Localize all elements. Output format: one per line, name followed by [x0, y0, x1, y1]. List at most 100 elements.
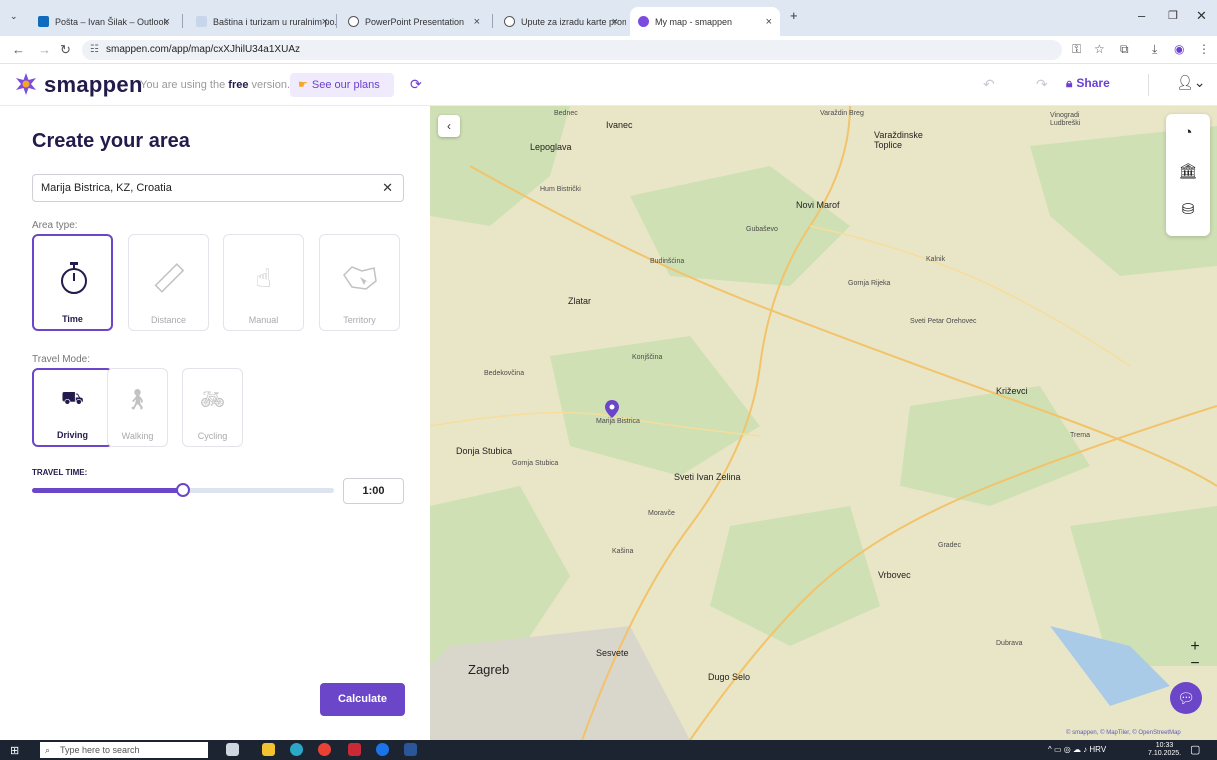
divider: [1148, 74, 1149, 96]
download-icon[interactable]: ⤓: [1152, 42, 1157, 57]
bookmark-star-icon[interactable]: ☆: [1094, 42, 1105, 56]
close-icon[interactable]: ×: [612, 16, 618, 28]
area-type-territory[interactable]: Territory: [319, 234, 400, 331]
browser-tab-strip: Pošta – Ivan Šilak – Outlook × Baština i…: [0, 0, 1217, 36]
window-close-button[interactable]: ✕: [1196, 8, 1207, 24]
clock[interactable]: 10:33 7.10.2025.: [1148, 742, 1181, 758]
travel-mode-walking[interactable]: 🚶︎ Walking: [107, 368, 168, 447]
map-label: Vinogradi Ludbreški: [1050, 112, 1081, 127]
profile-icon[interactable]: ◉: [1174, 42, 1184, 56]
chrome-icon[interactable]: [318, 743, 331, 756]
map-label: Gradec: [938, 542, 961, 549]
smappen-logo-icon[interactable]: [14, 72, 38, 96]
map-label: Gubaševo: [746, 226, 778, 233]
taskbar-search[interactable]: ⌕ Type here to search: [40, 742, 208, 758]
back-icon[interactable]: ←: [12, 42, 25, 57]
slider-handle[interactable]: [176, 483, 190, 497]
travel-time-slider[interactable]: [32, 483, 334, 497]
menu-icon[interactable]: ⋮: [1198, 42, 1210, 56]
task-view-icon[interactable]: [226, 743, 239, 756]
tab-upute[interactable]: Upute za izradu karte prometn... ×: [496, 7, 626, 36]
area-type-distance-label: Distance: [150, 315, 186, 325]
map-tools-bar: ◔ 🏛︎ ⛁: [1166, 114, 1210, 236]
location-input[interactable]: Marija Bistrica, KZ, Croatia ✕: [32, 174, 404, 202]
tab-list-icon[interactable]: ⌄: [10, 11, 18, 22]
url-field[interactable]: ☷ smappen.com/app/map/cxXJhilU34a1XUAz: [82, 40, 1062, 60]
zotero-icon[interactable]: [348, 743, 361, 756]
tab-bastina[interactable]: Baština i turizam u ruralnim po... ×: [188, 7, 336, 36]
collapse-panel-button[interactable]: ‹: [438, 115, 460, 137]
globe-icon: [348, 16, 359, 27]
map-label: Donja Stubica: [456, 446, 513, 456]
map-attribution[interactable]: © smappen, © MapTiler, © OpenStreetMap: [1066, 730, 1181, 736]
site-settings-icon[interactable]: ☷: [90, 40, 99, 60]
address-bar-row: ← → ↻ ☷ smappen.com/app/map/cxXJhilU34a1…: [0, 36, 1217, 64]
map-label: Hum Bistrički: [540, 186, 581, 193]
calculate-button[interactable]: Calculate: [320, 683, 405, 716]
see-plans-button[interactable]: ☛ See our plans: [290, 73, 394, 97]
document-icon: [196, 16, 207, 27]
password-key-icon[interactable]: ⚿: [1072, 42, 1081, 57]
tab-smappen[interactable]: My map - smappen ×: [630, 7, 780, 36]
map-label: Sveti Ivan Zelina: [674, 472, 741, 482]
panel-title: Create your area: [32, 130, 190, 152]
lock-icon: 🔒︎: [1066, 76, 1073, 90]
area-type-time[interactable]: Time: [32, 234, 113, 331]
undo-icon[interactable]: ↶: [983, 76, 995, 93]
area-type-territory-label: Territory: [343, 315, 376, 325]
zoom-out-button[interactable]: −: [1182, 655, 1208, 672]
redo-icon[interactable]: ↷: [1036, 76, 1048, 93]
travel-mode-cycling[interactable]: 🚲︎ Cycling: [182, 368, 243, 447]
institution-icon[interactable]: 🏛︎: [1166, 162, 1210, 180]
map-label: Zagreb: [468, 662, 510, 677]
reload-icon[interactable]: ↻: [60, 42, 71, 58]
windows-start-icon[interactable]: ⊞: [10, 744, 19, 757]
chat-button[interactable]: 💬︎: [1170, 682, 1202, 714]
app-header: smappen You are using the free version. …: [0, 64, 1217, 106]
travel-time-input[interactable]: 1:00: [343, 478, 404, 504]
map-label: Varaždinske Toplice: [874, 130, 923, 150]
close-icon[interactable]: ×: [322, 16, 328, 28]
smappen-favicon: [638, 16, 649, 27]
maximize-button[interactable]: ❐: [1168, 9, 1178, 22]
system-tray[interactable]: ^ ▭ ◎ ☁ ♪ HRV: [1048, 745, 1106, 754]
area-type-distance[interactable]: Distance: [128, 234, 209, 331]
pie-chart-icon[interactable]: ◔: [1166, 124, 1210, 141]
close-icon[interactable]: ×: [474, 16, 480, 28]
edge-icon[interactable]: [290, 743, 303, 756]
refresh-icon[interactable]: ⟳: [410, 76, 422, 93]
location-pin-icon[interactable]: [605, 400, 619, 418]
map-label: Bedekovčina: [484, 370, 525, 377]
map-label: Zlatar: [568, 296, 592, 306]
share-button[interactable]: 🔒︎ Share: [1066, 76, 1110, 91]
area-type-manual[interactable]: ☝︎ Manual: [223, 234, 304, 331]
map-label: Dubrava: [996, 640, 1023, 647]
map-view[interactable]: ‹ Bednec Ivanec Lepoglava Varaždin Breg …: [430, 106, 1217, 740]
user-menu-icon[interactable]: 👤︎⌄: [1176, 74, 1206, 91]
territory-icon: [343, 266, 377, 290]
zoom-in-button[interactable]: +: [1182, 638, 1208, 655]
database-add-icon[interactable]: ⛁: [1166, 200, 1210, 218]
word-icon[interactable]: [404, 743, 417, 756]
close-icon[interactable]: ×: [164, 16, 170, 28]
tab-powerpoint[interactable]: PowerPoint Presentation ×: [340, 7, 488, 36]
extensions-icon[interactable]: ⧉: [1120, 42, 1129, 57]
file-explorer-icon[interactable]: [262, 743, 275, 756]
tab-outlook[interactable]: Pošta – Ivan Šilak – Outlook ×: [30, 7, 178, 36]
minimize-button[interactable]: –: [1138, 8, 1145, 23]
smappen-logo[interactable]: smappen: [44, 72, 143, 98]
close-icon[interactable]: ×: [766, 16, 772, 28]
ruler-icon: [154, 263, 185, 293]
car-icon: ⛟: [61, 388, 84, 408]
tab-label: My map - smappen: [655, 16, 733, 27]
travel-mode-driving[interactable]: ⛟ Driving: [32, 368, 113, 447]
pointing-hand-icon: ☛: [298, 79, 308, 91]
forward-icon[interactable]: →: [38, 42, 51, 57]
notification-icon[interactable]: ▢: [1190, 743, 1200, 756]
map-label: Marija Bistrica: [596, 418, 640, 425]
map-label: Kalnik: [926, 256, 946, 263]
map-label: Bednec: [554, 110, 578, 117]
clear-icon[interactable]: ✕: [382, 175, 393, 201]
browser-icon[interactable]: [376, 743, 389, 756]
new-tab-button[interactable]: +: [790, 8, 798, 23]
